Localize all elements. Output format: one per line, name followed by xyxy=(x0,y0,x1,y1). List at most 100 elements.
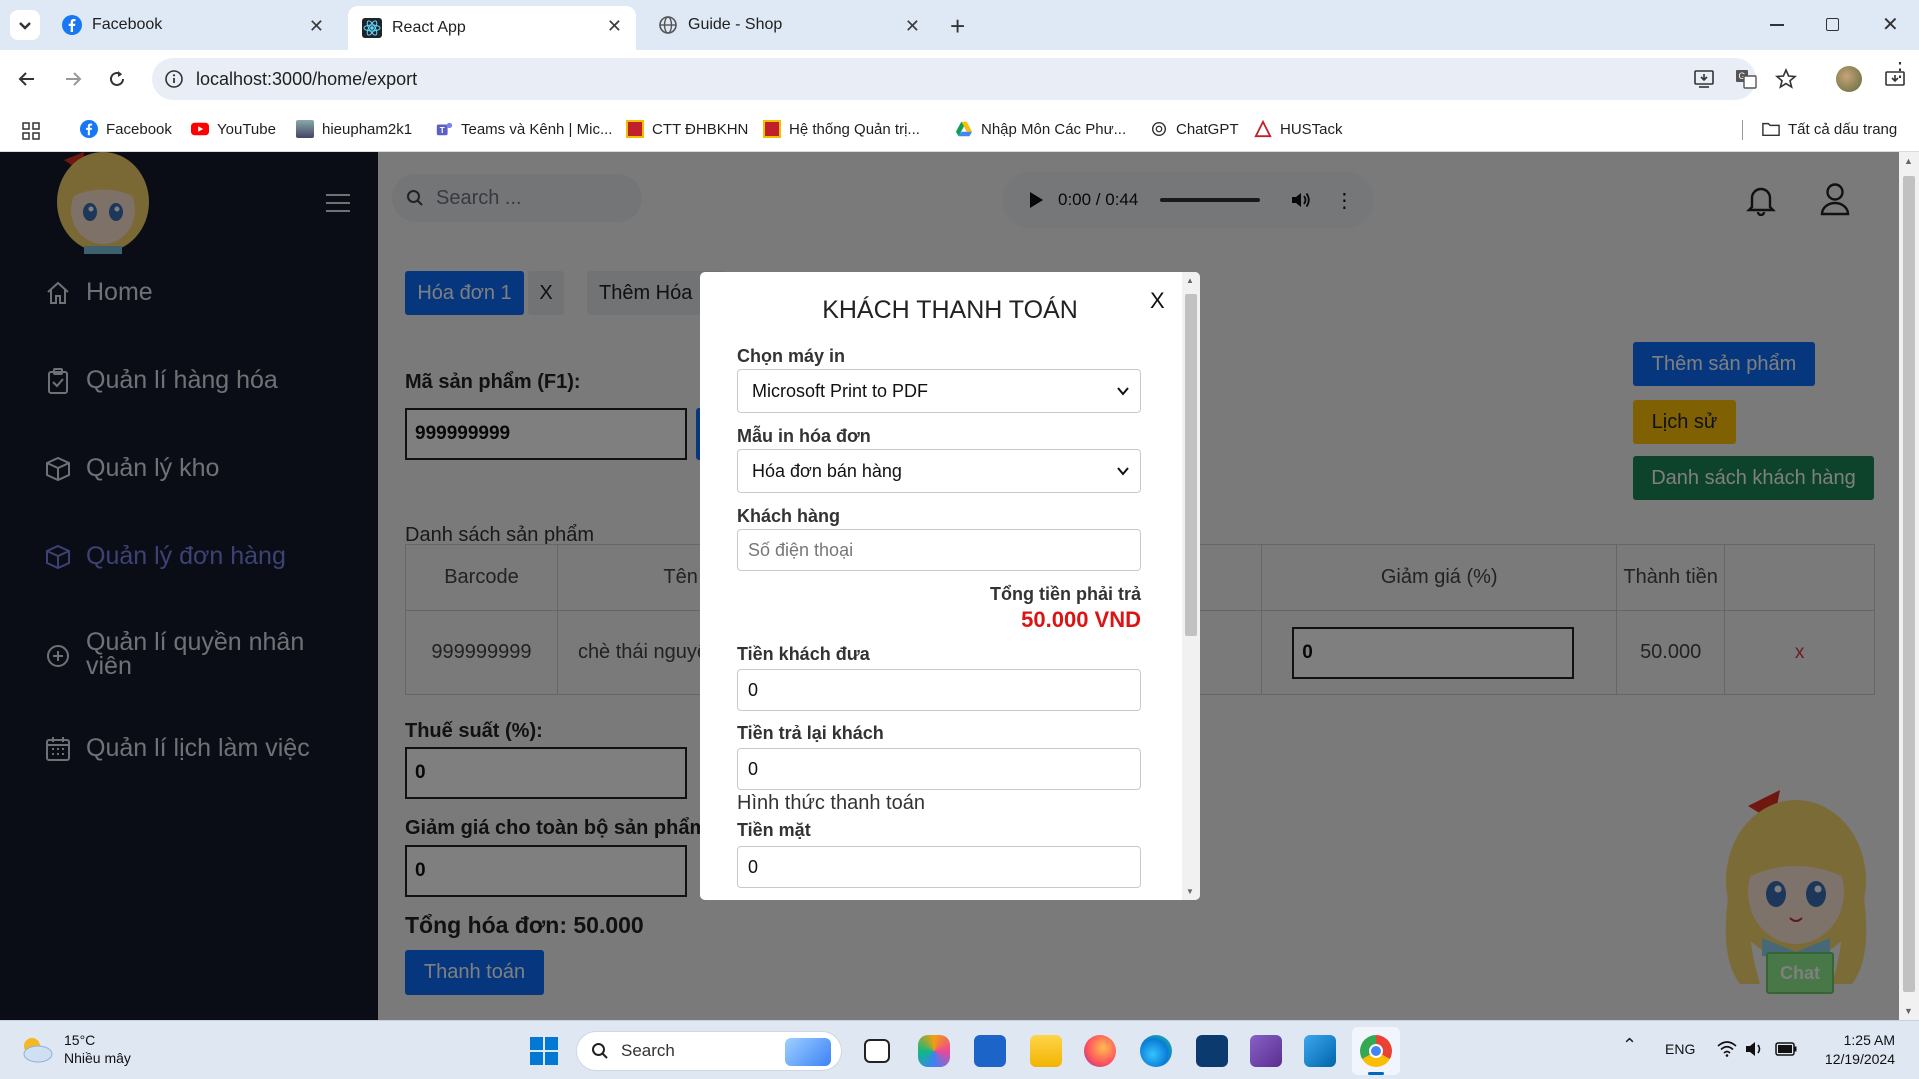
template-select[interactable]: Hóa đơn bán hàng xyxy=(737,449,1141,493)
globe-icon xyxy=(659,16,677,34)
template-label: Mẫu in hóa đơn xyxy=(737,426,871,446)
bookmark-youtube[interactable]: YouTube xyxy=(191,120,276,138)
all-bookmarks-folder[interactable]: Tất cả dấu trang xyxy=(1762,120,1897,138)
tab-close-icon[interactable]: ✕ xyxy=(607,16,622,37)
chrome-active-tile[interactable] xyxy=(1352,1027,1400,1075)
search-highlight-icon xyxy=(785,1038,831,1066)
bookmark-star-icon[interactable] xyxy=(1775,68,1797,90)
language-indicator[interactable]: ENG xyxy=(1665,1041,1695,1057)
bookmark-teams[interactable]: T Teams và Kênh | Mic... xyxy=(435,120,612,138)
store-icon[interactable] xyxy=(974,1035,1006,1067)
ide-icon[interactable] xyxy=(1196,1035,1228,1067)
bookmark-label: Hệ thống Quản trị... xyxy=(789,120,920,138)
site-info-icon[interactable] xyxy=(164,69,184,89)
hustack-icon xyxy=(1254,120,1272,138)
search-icon xyxy=(592,1043,608,1059)
translate-icon[interactable]: G xyxy=(1735,68,1757,90)
visual-studio-icon[interactable] xyxy=(1250,1035,1282,1067)
bookmark-divider xyxy=(1742,120,1743,140)
bookmark-nhap-mon[interactable]: Nhập Môn Các Phư... xyxy=(955,120,1126,138)
total-due-label: Tổng tiền phải trả xyxy=(990,584,1141,604)
forward-arrow-icon[interactable] xyxy=(62,68,84,90)
tab-close-icon[interactable]: ✕ xyxy=(905,16,920,37)
maximize-icon[interactable] xyxy=(1826,18,1839,31)
change-input[interactable]: 0 xyxy=(737,748,1141,790)
bookmark-hieupham[interactable]: hieupham2k1 xyxy=(296,120,412,138)
react-app: Home Quản lí hàng hóa Quản lý kho Quản l… xyxy=(0,152,1899,1020)
windows-start-icon[interactable] xyxy=(530,1037,558,1065)
taskbar-search[interactable]: Search xyxy=(576,1031,842,1071)
vscode-icon[interactable] xyxy=(1304,1035,1336,1067)
tab-title: Facebook xyxy=(92,16,163,33)
teams-icon: T xyxy=(436,122,453,136)
modal-scrollbar[interactable]: ▲ ▼ xyxy=(1182,272,1200,900)
printer-select[interactable]: Microsoft Print to PDF xyxy=(737,369,1141,413)
customer-phone-placeholder: Số điện thoại xyxy=(748,539,854,560)
hust-logo-icon xyxy=(763,120,781,138)
file-explorer-icon[interactable] xyxy=(1030,1035,1062,1067)
paid-label: Tiền khách đưa xyxy=(737,644,870,664)
bookmarks-bar: Facebook YouTube hieupham2k1 T Teams và … xyxy=(0,108,1919,152)
bookmark-facebook[interactable]: Facebook xyxy=(80,120,172,138)
paid-value: 0 xyxy=(748,679,759,700)
address-bar: localhost:3000/home/export G ⋮ xyxy=(0,50,1919,108)
page-scroll-thumb[interactable] xyxy=(1903,176,1915,992)
cash-input[interactable]: 0 xyxy=(737,846,1141,888)
task-view-icon[interactable] xyxy=(864,1039,890,1063)
tab-facebook[interactable]: Facebook ✕ xyxy=(48,6,338,44)
bookmark-label: HUSTack xyxy=(1280,120,1343,138)
modal-scroll-thumb[interactable] xyxy=(1185,294,1197,636)
omnibox[interactable]: localhost:3000/home/export xyxy=(152,58,1905,100)
menu-dots-icon[interactable]: ⋮ xyxy=(1890,60,1910,80)
total-due-value: 50.000 VND xyxy=(1021,607,1141,632)
customer-label: Khách hàng xyxy=(737,506,841,526)
install-icon[interactable] xyxy=(1693,68,1715,90)
payment-modal: KHÁCH THANH TOÁN X Chọn máy in Microsoft… xyxy=(700,272,1200,900)
clock[interactable]: 1:25 AM 12/19/2024 xyxy=(1815,1031,1895,1069)
youtube-icon xyxy=(191,122,209,136)
wifi-icon[interactable] xyxy=(1717,1041,1737,1057)
react-icon xyxy=(362,18,382,38)
tab-title: Guide - Shop xyxy=(688,16,783,33)
change-value: 0 xyxy=(748,758,759,779)
tab-close-icon[interactable]: ✕ xyxy=(309,16,324,37)
chevron-down-icon xyxy=(1117,467,1129,476)
clock-time: 1:25 AM xyxy=(1843,1032,1895,1048)
bookmark-label: Tất cả dấu trang xyxy=(1788,120,1898,138)
cash-value: 0 xyxy=(748,856,759,877)
page-scrollbar[interactable]: ▲ ▼ xyxy=(1899,152,1919,1020)
bookmark-chatgpt[interactable]: ChatGPT xyxy=(1150,120,1239,138)
speaker-icon[interactable] xyxy=(1745,1041,1765,1057)
profile-avatar[interactable] xyxy=(1836,66,1862,92)
hust-logo-icon xyxy=(626,120,644,138)
weather-widget[interactable]: 15°C Nhiều mây xyxy=(18,1031,131,1067)
weather-cloud-icon xyxy=(23,1038,53,1063)
tab-search-dropdown-icon[interactable] xyxy=(10,10,40,40)
windows-taskbar: 15°C Nhiều mây Search ⌃ ENG 1:25 AM 12/1… xyxy=(0,1020,1919,1079)
tab-guide-shop[interactable]: Guide - Shop ✕ xyxy=(644,6,934,44)
apps-grid-icon[interactable] xyxy=(22,122,40,140)
copilot-icon[interactable] xyxy=(918,1035,950,1067)
bookmark-label: Teams và Kênh | Mic... xyxy=(461,120,613,138)
minimize-icon[interactable] xyxy=(1770,24,1784,26)
battery-icon[interactable] xyxy=(1775,1042,1797,1056)
printer-value: Microsoft Print to PDF xyxy=(752,380,929,401)
reload-icon[interactable] xyxy=(106,68,128,90)
firefox-icon[interactable] xyxy=(1084,1035,1116,1067)
customer-phone-input[interactable]: Số điện thoại xyxy=(737,529,1141,571)
tab-react-app[interactable]: React App ✕ xyxy=(348,6,636,50)
weather-desc: Nhiều mây xyxy=(64,1050,131,1066)
new-tab-button[interactable]: + xyxy=(950,11,965,42)
bookmark-ctt[interactable]: CTT ĐHBKHN xyxy=(626,120,748,138)
modal-close-button[interactable]: X xyxy=(1150,288,1165,314)
taskbar-search-label: Search xyxy=(621,1041,675,1060)
close-window-icon[interactable]: ✕ xyxy=(1882,12,1899,37)
edge-icon[interactable] xyxy=(1140,1035,1172,1067)
back-arrow-icon[interactable] xyxy=(16,68,38,90)
tray-chevron-up-icon[interactable]: ⌃ xyxy=(1622,1035,1637,1056)
browser-tab-bar: Facebook ✕ React App ✕ Guide - Shop ✕ + … xyxy=(0,0,1919,50)
bookmark-he-thong[interactable]: Hệ thống Quản trị... xyxy=(763,120,920,138)
paid-input[interactable]: 0 xyxy=(737,669,1141,711)
facebook-icon xyxy=(62,15,82,35)
bookmark-hustack[interactable]: HUSTack xyxy=(1254,120,1343,138)
